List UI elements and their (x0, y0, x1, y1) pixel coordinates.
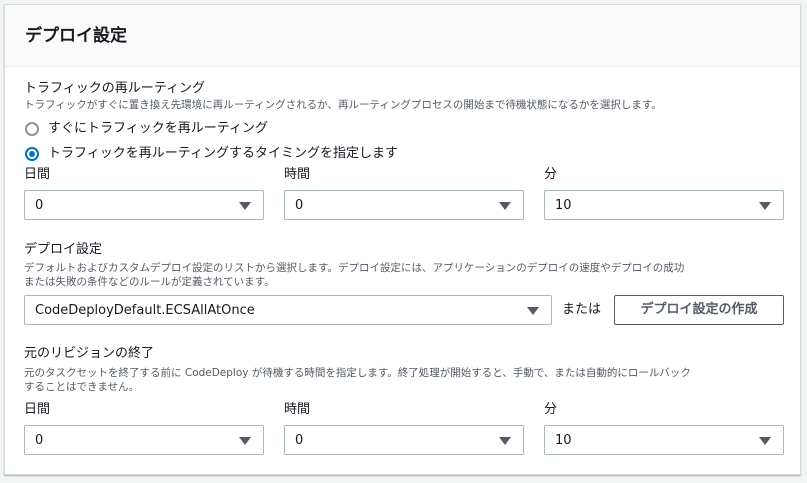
reroute-hours-select[interactable]: 0 (284, 190, 524, 220)
caret-down-icon (239, 202, 251, 210)
caret-down-icon (239, 437, 251, 445)
deployment-config-select[interactable]: CodeDeployDefault.ECSAllAtOnce (24, 295, 552, 325)
original-revision-termination-label: 元のリビジョンの終了 (24, 346, 155, 361)
termination-minutes-select[interactable]: 10 (544, 425, 784, 455)
caret-down-icon (527, 307, 539, 315)
radio-reroute-immediately[interactable]: すぐにトラフィックを再ルーティング (25, 121, 268, 137)
termination-minutes-value: 10 (555, 433, 572, 448)
radio-button-selected-icon[interactable] (25, 147, 39, 161)
caret-down-icon (759, 202, 771, 210)
reroute-days-select[interactable]: 0 (24, 190, 264, 220)
panel-header: デプロイ設定 (5, 5, 800, 67)
radio-button-icon[interactable] (25, 122, 39, 136)
traffic-rerouting-label: トラフィックの再ルーティング (24, 81, 205, 96)
reroute-days-label: 日間 (24, 167, 51, 182)
original-revision-termination-description-line2: することはできません。 (24, 381, 140, 393)
caret-down-icon (759, 437, 771, 445)
termination-days-label: 日間 (24, 402, 51, 417)
deployment-config-value: CodeDeployDefault.ECSAllAtOnce (35, 303, 255, 318)
caret-down-icon (499, 437, 511, 445)
reroute-days-value: 0 (35, 198, 44, 213)
radio-specify-reroute-timing[interactable]: トラフィックを再ルーティングするタイミングを指定します (25, 146, 398, 162)
radio-specify-reroute-timing-label: トラフィックを再ルーティングするタイミングを指定します (48, 146, 398, 161)
reroute-hours-value: 0 (295, 198, 304, 213)
deployment-config-description-line1: デフォルトおよびカスタムデプロイ設定のリストから選択します。デプロイ設定には、ア… (24, 262, 685, 274)
caret-down-icon (499, 202, 511, 210)
reroute-minutes-value: 10 (555, 198, 572, 213)
termination-days-select[interactable]: 0 (24, 425, 264, 455)
termination-hours-value: 0 (295, 433, 304, 448)
deployment-settings-panel: デプロイ設定 (4, 4, 801, 475)
termination-hours-select[interactable]: 0 (284, 425, 524, 455)
deployment-config-description-line2: または失敗の条件などのルールが定義されています。 (24, 276, 275, 288)
panel-title: デプロイ設定 (25, 26, 127, 46)
traffic-rerouting-description: トラフィックがすぐに置き換え先環境に再ルーティングされるか、再ルーティングプロセ… (24, 99, 662, 111)
deployment-config-label: デプロイ設定 (24, 242, 103, 257)
termination-minutes-label: 分 (544, 402, 558, 417)
reroute-minutes-select[interactable]: 10 (544, 190, 784, 220)
original-revision-termination-description-line1: 元のタスクセットを終了する前に CodeDeploy が待機する時間を指定します… (24, 367, 691, 379)
termination-hours-label: 時間 (284, 402, 311, 417)
reroute-hours-label: 時間 (284, 167, 311, 182)
termination-days-value: 0 (35, 433, 44, 448)
create-deployment-config-button[interactable]: デプロイ設定の作成 (614, 295, 784, 325)
or-text: または (562, 302, 602, 317)
radio-reroute-immediately-label: すぐにトラフィックを再ルーティング (48, 121, 268, 136)
reroute-minutes-label: 分 (544, 167, 558, 182)
